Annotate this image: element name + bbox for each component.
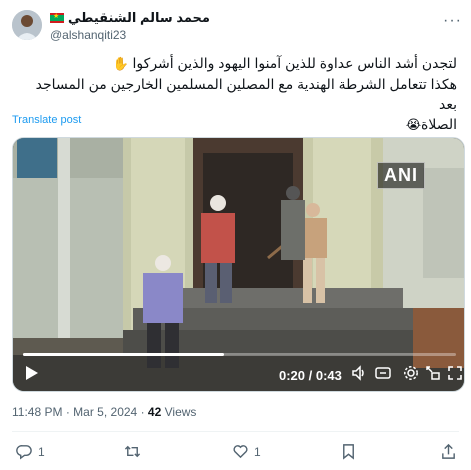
- video-progress-bar[interactable]: [23, 353, 456, 356]
- play-icon[interactable]: [25, 365, 39, 381]
- divider: [12, 431, 459, 432]
- tweet-actions: 1 1: [0, 443, 471, 465]
- video-controls: 0:20 / 0:43: [13, 343, 464, 391]
- bookmark-icon: [343, 444, 354, 460]
- tweet-date[interactable]: Mar 5, 2024: [73, 405, 137, 419]
- views-label: Views: [164, 405, 197, 419]
- tweet-time[interactable]: 11:48 PM: [12, 405, 62, 419]
- crying-face-emoji: 😭: [405, 117, 422, 132]
- views-count: 42: [147, 405, 162, 419]
- more-options-icon[interactable]: ···: [443, 12, 462, 30]
- video-player[interactable]: ANI 0:20 / 0:43: [12, 137, 465, 392]
- fullscreen-icon[interactable]: [448, 366, 462, 380]
- picture-in-picture-icon[interactable]: [425, 365, 441, 381]
- meta-separator: ·: [140, 405, 145, 419]
- retweet-icon: [124, 445, 141, 458]
- share-icon: [442, 443, 455, 459]
- retweet-button[interactable]: [124, 443, 146, 460]
- like-button[interactable]: 1: [232, 443, 261, 460]
- tweet-text-line-3: الصلاة😭: [405, 116, 457, 132]
- tweet-card: محمد سالم الشنقيطي @alshanqiti23 ··· لتج…: [0, 0, 471, 470]
- avatar[interactable]: [12, 10, 42, 40]
- tweet-text-line-2: هكذا تتعامل الشرطة الهندية مع المصلين ال…: [35, 76, 457, 112]
- author-display-name[interactable]: محمد سالم الشنقيطي: [68, 10, 210, 26]
- translate-post-link[interactable]: Translate post: [12, 114, 81, 126]
- reply-icon: [16, 445, 32, 460]
- volume-icon[interactable]: [351, 365, 367, 381]
- bookmark-button[interactable]: [340, 443, 362, 460]
- reply-count: 1: [38, 444, 45, 459]
- mauritania-flag-icon: [50, 12, 64, 23]
- ani-watermark: ANI: [377, 162, 425, 189]
- settings-gear-icon[interactable]: [403, 365, 419, 381]
- share-button[interactable]: [440, 443, 457, 460]
- tweet-text-line-1: لتجدن أشد الناس عداوة للذين آمنوا اليهود…: [112, 55, 457, 71]
- meta-separator: ·: [65, 405, 70, 419]
- video-time: 0:20 / 0:43: [279, 368, 342, 383]
- closed-captions-icon[interactable]: [375, 365, 391, 381]
- reply-button[interactable]: 1: [16, 443, 45, 460]
- tweet-text: لتجدن أشد الناس عداوة للذين آمنوا اليهود…: [17, 53, 457, 135]
- raised-hand-emoji: ✋: [112, 56, 129, 71]
- heart-icon: [233, 445, 248, 459]
- like-count: 1: [254, 444, 261, 459]
- tweet-meta: 11:48 PM · Mar 5, 2024 · 42 Views: [12, 405, 196, 419]
- author-handle[interactable]: @alshanqiti23: [50, 28, 210, 42]
- video-progress-fill: [23, 353, 225, 356]
